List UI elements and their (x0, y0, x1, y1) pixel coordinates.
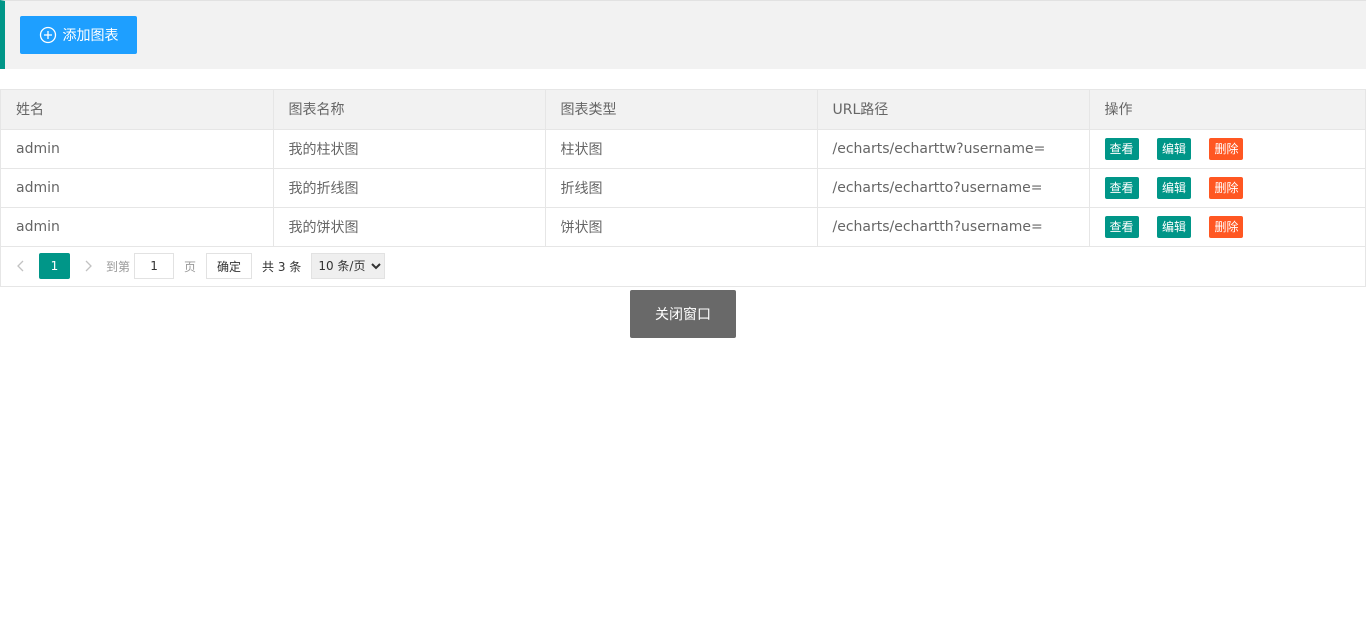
delete-button[interactable]: 删除 (1209, 176, 1244, 199)
chevron-right-icon (85, 260, 92, 272)
goto-confirm-button[interactable]: 确定 (206, 253, 253, 279)
add-chart-button[interactable]: 添加图表 (20, 16, 137, 54)
plus-circle-icon (39, 26, 57, 44)
toolbar: 添加图表 (0, 0, 1366, 69)
add-chart-label: 添加图表 (62, 28, 119, 44)
chevron-left-icon (17, 260, 24, 272)
view-button[interactable]: 查看 (1104, 137, 1139, 160)
cell-chart-name: 我的折线图 (273, 168, 546, 208)
cell-name: admin (1, 207, 274, 247)
edit-button[interactable]: 编辑 (1156, 176, 1191, 199)
cell-name: admin (1, 168, 274, 208)
edit-button[interactable]: 编辑 (1156, 137, 1191, 160)
table-row: admin 我的柱状图 柱状图 /echarts/echarttw?userna… (1, 129, 1365, 169)
cell-chart-name: 我的饼状图 (273, 207, 546, 247)
column-header-chart-name[interactable]: 图表名称 (273, 90, 546, 130)
cell-chart-type: 饼状图 (545, 207, 818, 247)
delete-button[interactable]: 删除 (1209, 137, 1244, 160)
cell-url: /echarts/echartth?username= (817, 207, 1090, 247)
cell-actions: 查看 编辑 删除 (1089, 207, 1365, 247)
table-row: admin 我的饼状图 饼状图 /echarts/echartth?userna… (1, 207, 1365, 247)
delete-button[interactable]: 删除 (1209, 215, 1244, 238)
chart-table: 姓名 图表名称 图表类型 URL路径 操作 admin 我的柱状图 柱状图 /e… (0, 89, 1366, 287)
pagination: 1 到第 页 确定 共 3 条 10 条/页 (1, 247, 1365, 286)
view-button[interactable]: 查看 (1104, 215, 1139, 238)
cell-name: admin (1, 129, 274, 169)
cell-url: /echarts/echartto?username= (817, 168, 1090, 208)
column-header-chart-type[interactable]: 图表类型 (545, 90, 818, 130)
page-size-select[interactable]: 10 条/页 (311, 253, 386, 279)
current-page[interactable]: 1 (39, 253, 70, 279)
column-header-actions: 操作 (1089, 90, 1365, 130)
goto-prefix: 到第 (106, 259, 131, 274)
column-header-name[interactable]: 姓名 (1, 90, 274, 130)
cell-chart-type: 柱状图 (545, 129, 818, 169)
goto-page-input[interactable] (134, 253, 175, 279)
total-count: 共 3 条 (262, 259, 302, 274)
cell-chart-name: 我的柱状图 (273, 129, 546, 169)
view-button[interactable]: 查看 (1104, 176, 1139, 199)
cell-url: /echarts/echarttw?username= (817, 129, 1090, 169)
cell-actions: 查看 编辑 删除 (1089, 129, 1365, 169)
table-row: admin 我的折线图 折线图 /echarts/echartto?userna… (1, 168, 1365, 208)
cell-chart-type: 折线图 (545, 168, 818, 208)
goto-suffix: 页 (184, 259, 197, 274)
edit-button[interactable]: 编辑 (1156, 215, 1191, 238)
close-window-button[interactable]: 关闭窗口 (630, 290, 736, 338)
next-page-button[interactable] (78, 259, 98, 273)
column-header-url[interactable]: URL路径 (817, 90, 1090, 130)
prev-page-button[interactable] (11, 259, 31, 273)
cell-actions: 查看 编辑 删除 (1089, 168, 1365, 208)
table-header-row: 姓名 图表名称 图表类型 URL路径 操作 (1, 90, 1365, 130)
